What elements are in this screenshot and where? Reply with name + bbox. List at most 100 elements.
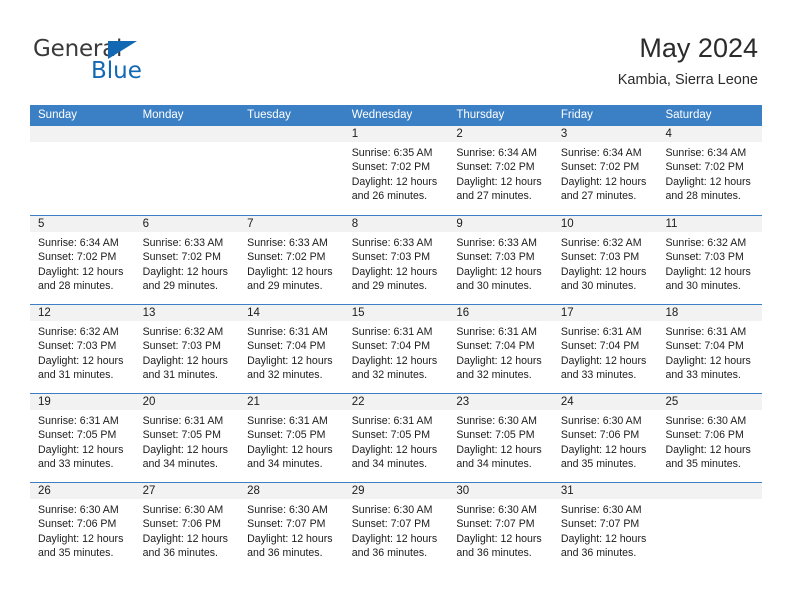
- calendar-week-row: 1 Sunrise: 6:35 AM Sunset: 7:02 PM Daylight…: [30, 126, 763, 215]
- sunrise-time: Sunrise: 6:30 AM: [456, 504, 537, 516]
- page-header: General Blue May 2024 Kambia, Sierra Leo…: [0, 0, 792, 100]
- calendar-day-cell[interactable]: 23 Sunrise: 6:30 AM Sunset: 7:05 PM Dayligh…: [448, 394, 553, 482]
- calendar-day-cell[interactable]: 9 Sunrise: 6:33 AM Sunset: 7:03 PM Daylight…: [448, 216, 553, 304]
- calendar-day-cell[interactable]: 4 Sunrise: 6:34 AM Sunset: 7:02 PM Daylight…: [657, 126, 763, 215]
- calendar-day-cell[interactable]: 28 Sunrise: 6:30 AM Sunset: 7:07 PM Dayligh…: [239, 483, 344, 571]
- calendar-day-cell[interactable]: 12 Sunrise: 6:32 AM Sunset: 7:03 PM Dayligh…: [30, 305, 135, 393]
- calendar-day-cell[interactable]: 5 Sunrise: 6:34 AM Sunset: 7:02 PM Daylight…: [30, 216, 135, 304]
- calendar-day-cell[interactable]: 16 Sunrise: 6:31 AM Sunset: 7:04 PM Dayligh…: [448, 305, 553, 393]
- day-number: 13: [134, 305, 240, 321]
- calendar-day-cell[interactable]: 7 Sunrise: 6:33 AM Sunset: 7:02 PM Daylight…: [239, 216, 344, 304]
- sunset-time: Sunset: 7:02 PM: [351, 161, 431, 174]
- calendar-day-cell[interactable]: 10 Sunrise: 6:32 AM Sunset: 7:03 PM Dayligh…: [552, 216, 658, 304]
- sunrise-time: Sunrise: 6:30 AM: [665, 415, 747, 427]
- daylight-duration-line2: and 36 minutes.: [247, 547, 323, 560]
- sunset-time: Sunset: 7:04 PM: [247, 340, 326, 353]
- sunrise-time: Sunrise: 6:31 AM: [351, 415, 433, 427]
- day-details: Sunrise: 6:32 AM Sunset: 7:03 PM Daylight:…: [553, 232, 658, 294]
- daylight-duration-line1: Daylight: 12 hours: [38, 532, 124, 545]
- calendar-day-cell[interactable]: 3 Sunrise: 6:34 AM Sunset: 7:02 PM Daylight…: [552, 126, 658, 215]
- day-details: Sunrise: 6:30 AM Sunset: 7:06 PM Daylight:…: [135, 499, 240, 561]
- calendar-day-cell[interactable]: 29 Sunrise: 6:30 AM Sunset: 7:07 PM Dayligh…: [343, 483, 449, 571]
- daylight-duration-line2: and 32 minutes.: [456, 369, 532, 382]
- general-blue-logo[interactable]: General Blue: [33, 38, 253, 88]
- day-number: 30: [448, 483, 553, 499]
- day-details: Sunrise: 6:31 AM Sunset: 7:05 PM Daylight:…: [30, 410, 135, 472]
- calendar-day-cell[interactable]: 8 Sunrise: 6:33 AM Sunset: 7:03 PM Daylight…: [343, 216, 449, 304]
- day-details: Sunrise: 6:31 AM Sunset: 7:05 PM Daylight:…: [135, 410, 240, 472]
- sunrise-time: Sunrise: 6:34 AM: [560, 147, 642, 159]
- daylight-duration-line1: Daylight: 12 hours: [560, 175, 647, 188]
- sunrise-time: Sunrise: 6:31 AM: [665, 326, 747, 338]
- daylight-duration-line2: and 36 minutes.: [560, 547, 637, 560]
- calendar-day-cell[interactable]: 1 Sunrise: 6:35 AM Sunset: 7:02 PM Daylight…: [343, 126, 449, 215]
- calendar-week-row: 12 Sunrise: 6:32 AM Sunset: 7:03 PM Dayligh…: [30, 304, 763, 393]
- day-number: [30, 126, 135, 142]
- daylight-duration-line2: and 32 minutes.: [247, 369, 323, 382]
- calendar-day-cell[interactable]: 22 Sunrise: 6:31 AM Sunset: 7:05 PM Dayligh…: [343, 394, 449, 482]
- sunrise-time: Sunrise: 6:30 AM: [351, 504, 433, 516]
- calendar-day-cell[interactable]: 17 Sunrise: 6:31 AM Sunset: 7:04 PM Dayligh…: [552, 305, 658, 393]
- sunrise-time: Sunrise: 6:30 AM: [560, 504, 642, 516]
- daylight-duration-line2: and 36 minutes.: [351, 547, 428, 560]
- sunrise-time: Sunrise: 6:32 AM: [665, 237, 747, 249]
- calendar-day-cell[interactable]: 26 Sunrise: 6:30 AM Sunset: 7:06 PM Dayligh…: [30, 483, 135, 571]
- weekday-header-saturday: Saturday: [665, 109, 712, 121]
- daylight-duration-line1: Daylight: 12 hours: [351, 532, 438, 545]
- calendar-day-cell[interactable]: 14 Sunrise: 6:31 AM Sunset: 7:04 PM Dayligh…: [239, 305, 344, 393]
- day-details: Sunrise: 6:34 AM Sunset: 7:02 PM Daylight:…: [553, 142, 658, 204]
- sunrise-time: Sunrise: 6:30 AM: [247, 504, 328, 516]
- calendar-week-row: 19 Sunrise: 6:31 AM Sunset: 7:05 PM Dayligh…: [30, 393, 763, 482]
- day-number: 5: [30, 216, 135, 232]
- calendar-day-cell[interactable]: 19 Sunrise: 6:31 AM Sunset: 7:05 PM Dayligh…: [30, 394, 135, 482]
- calendar-day-cell[interactable]: 24 Sunrise: 6:30 AM Sunset: 7:06 PM Dayligh…: [552, 394, 658, 482]
- calendar-day-cell[interactable]: 2 Sunrise: 6:34 AM Sunset: 7:02 PM Daylight…: [448, 126, 553, 215]
- daylight-duration-line1: Daylight: 12 hours: [247, 354, 333, 367]
- day-details: Sunrise: 6:31 AM Sunset: 7:04 PM Daylight:…: [553, 321, 658, 383]
- sunrise-time: Sunrise: 6:33 AM: [351, 237, 433, 249]
- sunset-time: Sunset: 7:02 PM: [560, 161, 640, 174]
- sunset-time: Sunset: 7:07 PM: [247, 518, 326, 531]
- calendar-day-cell[interactable]: 6 Sunrise: 6:33 AM Sunset: 7:02 PM Daylight…: [134, 216, 240, 304]
- calendar-day-cell[interactable]: 11 Sunrise: 6:32 AM Sunset: 7:03 PM Dayligh…: [657, 216, 763, 304]
- day-number: 22: [343, 394, 449, 410]
- daylight-duration-line2: and 30 minutes.: [665, 280, 741, 293]
- day-number: 9: [448, 216, 553, 232]
- day-details: Sunrise: 6:30 AM Sunset: 7:07 PM Daylight:…: [239, 499, 344, 561]
- calendar-day-cell[interactable]: 18 Sunrise: 6:31 AM Sunset: 7:04 PM Dayligh…: [657, 305, 763, 393]
- daylight-duration-line1: Daylight: 12 hours: [456, 265, 542, 278]
- calendar-day-cell[interactable]: 25 Sunrise: 6:30 AM Sunset: 7:06 PM Dayligh…: [657, 394, 763, 482]
- calendar-day-cell[interactable]: 27 Sunrise: 6:30 AM Sunset: 7:06 PM Dayligh…: [134, 483, 240, 571]
- calendar-day-cell[interactable]: 30 Sunrise: 6:30 AM Sunset: 7:07 PM Dayligh…: [448, 483, 553, 571]
- sunrise-time: Sunrise: 6:30 AM: [456, 415, 537, 427]
- day-number: 29: [343, 483, 449, 499]
- daylight-duration-line2: and 34 minutes.: [456, 458, 532, 471]
- daylight-duration-line1: Daylight: 12 hours: [247, 265, 333, 278]
- daylight-duration-line1: Daylight: 12 hours: [665, 354, 751, 367]
- day-number: 19: [30, 394, 135, 410]
- day-details: Sunrise: 6:30 AM Sunset: 7:06 PM Daylight:…: [30, 499, 135, 561]
- sunrise-time: Sunrise: 6:31 AM: [351, 326, 433, 338]
- sunrise-time: Sunrise: 6:34 AM: [38, 237, 119, 249]
- title-block: May 2024 Kambia, Sierra Leone: [618, 32, 758, 89]
- calendar-page: General Blue May 2024 Kambia, Sierra Leo…: [0, 0, 792, 612]
- day-details: Sunrise: 6:31 AM Sunset: 7:04 PM Daylight:…: [239, 321, 344, 383]
- calendar-day-cell[interactable]: 20 Sunrise: 6:31 AM Sunset: 7:05 PM Dayligh…: [134, 394, 240, 482]
- day-number: 16: [448, 305, 553, 321]
- calendar-grid: Sunday Monday Tuesday Wednesday Thursday Frid…: [30, 105, 763, 571]
- daylight-duration-line1: Daylight: 12 hours: [560, 354, 647, 367]
- daylight-duration-line2: and 31 minutes.: [142, 369, 218, 382]
- day-details: Sunrise: 6:33 AM Sunset: 7:02 PM Daylight:…: [135, 232, 240, 294]
- calendar-day-cell[interactable]: 21 Sunrise: 6:31 AM Sunset: 7:05 PM Dayligh…: [239, 394, 344, 482]
- sunset-time: Sunset: 7:05 PM: [38, 429, 117, 442]
- calendar-day-cell[interactable]: 31 Sunrise: 6:30 AM Sunset: 7:07 PM Dayligh…: [552, 483, 658, 571]
- daylight-duration-line1: Daylight: 12 hours: [560, 532, 647, 545]
- sunrise-time: Sunrise: 6:35 AM: [351, 147, 433, 159]
- calendar-day-cell[interactable]: 13 Sunrise: 6:32 AM Sunset: 7:03 PM Dayligh…: [134, 305, 240, 393]
- day-number: 17: [552, 305, 658, 321]
- daylight-duration-line2: and 34 minutes.: [142, 458, 218, 471]
- daylight-duration-line2: and 27 minutes.: [560, 190, 637, 203]
- calendar-day-cell[interactable]: 15 Sunrise: 6:31 AM Sunset: 7:04 PM Dayligh…: [343, 305, 449, 393]
- sunrise-time: Sunrise: 6:30 AM: [38, 504, 119, 516]
- daylight-duration-line1: Daylight: 12 hours: [247, 532, 333, 545]
